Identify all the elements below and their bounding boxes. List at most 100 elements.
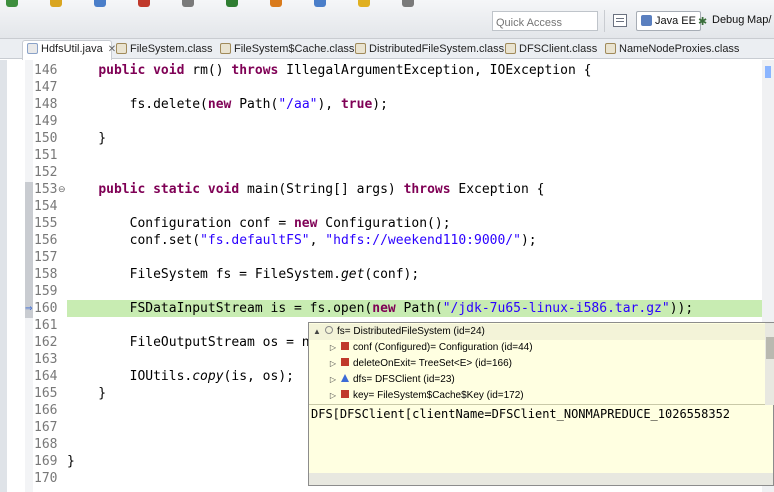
- code-line[interactable]: conf.set("fs.defaultFS", "hdfs://weekend…: [67, 232, 537, 249]
- perspective-java-ee[interactable]: Java EE: [636, 11, 701, 31]
- line-number: 155: [34, 216, 58, 231]
- scrollbar-thumb[interactable]: [766, 337, 774, 359]
- object-icon: [325, 326, 333, 334]
- code-line[interactable]: }: [67, 385, 106, 402]
- debug-perspective-icon: ✱: [698, 16, 708, 28]
- code-line[interactable]: public void rm() throws IllegalArgumentE…: [67, 62, 591, 79]
- line-number: 165: [34, 386, 58, 401]
- toolbar-button-icon[interactable]: [270, 0, 282, 7]
- variable-hover-popup[interactable]: ▲ fs= DistributedFileSystem (id=24) ▷ conf …: [308, 322, 774, 486]
- open-perspective-icon[interactable]: [613, 14, 627, 27]
- field-icon: [341, 358, 349, 366]
- editor-tab-bar: HdfsUtil.java ✕ FileSystem.class FileSyst…: [0, 39, 774, 60]
- class-file-icon: [505, 43, 516, 54]
- debug-pointer-icon: ⇒: [25, 303, 33, 313]
- popup-horizontal-scrollbar[interactable]: [309, 473, 773, 485]
- toolbar-button-icon[interactable]: [402, 0, 414, 7]
- line-number: 151: [34, 148, 58, 163]
- line-number: 154: [34, 199, 58, 214]
- perspective-mapreduce[interactable]: Map/: [743, 11, 774, 31]
- code-line[interactable]: public static void main(String[] args) t…: [67, 181, 544, 198]
- code-line[interactable]: fs.delete(new Path("/aa"), true);: [67, 96, 388, 113]
- line-number: 167: [34, 420, 58, 435]
- java-ee-perspective-icon: [641, 15, 652, 26]
- variable-tree-row[interactable]: ▷ dfs= DFSClient (id=23): [309, 372, 455, 388]
- line-number: 159: [34, 284, 58, 299]
- code-line[interactable]: }: [67, 130, 106, 147]
- toolbar-button-icon[interactable]: [50, 0, 62, 7]
- line-number: 157: [34, 250, 58, 265]
- line-number: 164: [34, 369, 58, 384]
- variable-label: key= FileSystem$Cache$Key (id=172): [353, 390, 524, 401]
- toolbar-icon-strip[interactable]: [0, 0, 490, 8]
- quick-access-input[interactable]: [492, 11, 598, 31]
- expand-toggle-icon[interactable]: ▷: [327, 356, 339, 372]
- field-icon: [341, 390, 349, 398]
- variable-label: dfs= DFSClient (id=23): [353, 374, 455, 385]
- code-line[interactable]: }: [67, 453, 75, 470]
- line-number: 146: [34, 63, 58, 78]
- popup-vertical-scrollbar[interactable]: [765, 323, 774, 405]
- toolbar-button-icon[interactable]: [6, 0, 18, 7]
- variable-tree[interactable]: ▲ fs= DistributedFileSystem (id=24) ▷ conf …: [309, 323, 765, 405]
- tab-dfsclient-class[interactable]: DFSClient.class: [505, 41, 597, 59]
- toolbar-button-icon[interactable]: [226, 0, 238, 7]
- close-icon[interactable]: ✕: [108, 44, 116, 55]
- line-number: 158: [34, 267, 58, 282]
- tab-namenodeproxies-class[interactable]: NameNodeProxies.class: [605, 41, 739, 59]
- fold-collapse-icon[interactable]: ⊖: [58, 181, 66, 198]
- expand-toggle-icon[interactable]: ▲: [311, 324, 323, 340]
- expand-toggle-icon[interactable]: ▷: [327, 388, 339, 404]
- main-toolbar: Java EE ✱Debug Map/: [0, 0, 774, 39]
- toolbar-button-icon[interactable]: [182, 0, 194, 7]
- variable-label: deleteOnExit= TreeSet<E> (id=166): [353, 358, 512, 369]
- line-number: 163: [34, 352, 58, 367]
- tab-filesystem-class[interactable]: FileSystem.class: [116, 41, 213, 59]
- class-file-icon: [116, 43, 127, 54]
- line-number: 156: [34, 233, 58, 248]
- class-file-icon: [605, 43, 616, 54]
- toolbar-separator: [604, 10, 605, 32]
- line-number: 149: [34, 114, 58, 129]
- code-line[interactable]: Configuration conf = new Configuration()…: [67, 215, 451, 232]
- field-icon: [341, 374, 349, 382]
- line-number: 148: [34, 97, 58, 112]
- variable-tree-row[interactable]: ▷ conf (Configured)= Configuration (id=44…: [309, 340, 533, 356]
- left-panel-edge: [0, 60, 7, 492]
- method-range-indicator: [25, 182, 33, 318]
- field-icon: [341, 342, 349, 350]
- line-number: 166: [34, 403, 58, 418]
- line-number: 170: [34, 471, 58, 486]
- line-number: 160: [34, 301, 58, 316]
- line-number: 168: [34, 437, 58, 452]
- expand-toggle-icon[interactable]: ▷: [327, 340, 339, 356]
- line-number: 150: [34, 131, 58, 146]
- variable-label: conf (Configured)= Configuration (id=44): [353, 342, 533, 353]
- class-file-icon: [355, 43, 366, 54]
- code-line[interactable]: FileOutputStream os = n: [67, 334, 310, 351]
- toolbar-button-icon[interactable]: [314, 0, 326, 7]
- line-number: 162: [34, 335, 58, 350]
- code-line[interactable]: FSDataInputStream is = fs.open(new Path(…: [67, 300, 694, 317]
- line-number: 147: [34, 80, 58, 95]
- code-line[interactable]: IOUtils.copy(is, os);: [67, 368, 294, 385]
- tab-hdfsutil-java[interactable]: HdfsUtil.java ✕: [22, 40, 116, 60]
- variable-tree-row[interactable]: ▷ deleteOnExit= TreeSet<E> (id=166): [309, 356, 512, 372]
- class-file-icon: [220, 43, 231, 54]
- expand-toggle-icon[interactable]: ▷: [327, 372, 339, 388]
- variable-detail-text: DFS[DFSClient[clientName=DFSClient_NONMA…: [311, 407, 731, 421]
- java-file-icon: [27, 43, 38, 54]
- tab-filesystem-cache-class[interactable]: FileSystem$Cache.class: [220, 41, 354, 59]
- line-number: 161: [34, 318, 58, 333]
- toolbar-button-icon[interactable]: [358, 0, 370, 7]
- line-number: 152: [34, 165, 58, 180]
- code-line[interactable]: FileSystem fs = FileSystem.get(conf);: [67, 266, 420, 283]
- variable-label: fs= DistributedFileSystem (id=24): [337, 326, 485, 337]
- perspective-debug[interactable]: ✱ Debug: [694, 11, 748, 31]
- tab-distributedfilesystem-class[interactable]: DistributedFileSystem.class: [355, 41, 504, 59]
- variable-tree-row[interactable]: ▷ key= FileSystem$Cache$Key (id=172): [309, 388, 524, 404]
- toolbar-button-icon[interactable]: [94, 0, 106, 7]
- variable-tree-row[interactable]: ▲ fs= DistributedFileSystem (id=24): [309, 324, 765, 340]
- line-number: 169: [34, 454, 58, 469]
- toolbar-button-icon[interactable]: [138, 0, 150, 7]
